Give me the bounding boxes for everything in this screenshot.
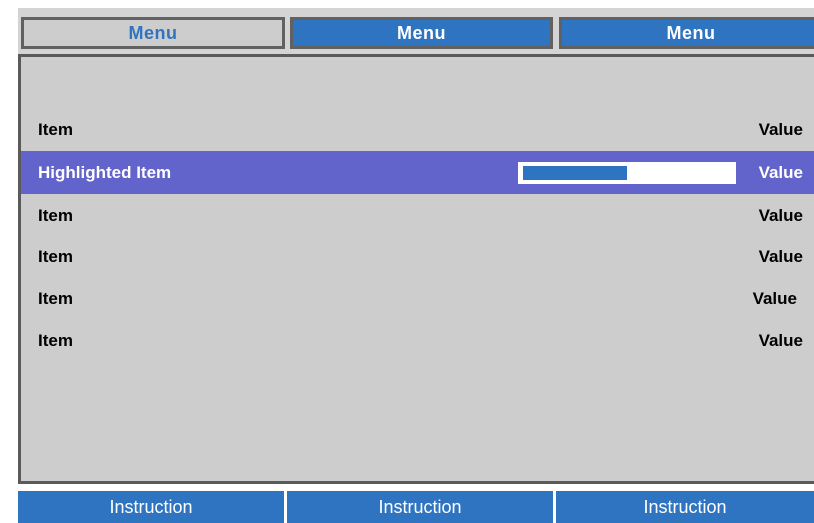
menu-item-highlighted[interactable]: Highlighted Item Value	[21, 151, 814, 194]
menu-item-value: Value	[758, 205, 803, 225]
menu-item[interactable]: Item Value	[21, 194, 814, 237]
menu-item[interactable]: Item Value	[21, 277, 814, 320]
instruction-text: Instruction	[378, 497, 462, 517]
menu-panel: Item Value Highlighted Item Value Item V…	[18, 54, 814, 484]
instruction-bar: Instruction Instruction Instruction	[18, 491, 814, 523]
menu-item-value: Value	[758, 330, 803, 350]
instruction-text: Instruction	[643, 497, 727, 517]
menu-item-value: Value	[758, 162, 803, 182]
slider-fill	[523, 165, 627, 180]
menu-item-label: Item	[38, 246, 73, 266]
menu-item[interactable]: Item Value	[21, 235, 814, 278]
menu-item[interactable]: Item Value	[21, 108, 814, 151]
tab-menu-2[interactable]: Menu	[290, 17, 553, 49]
menu-item-label: Item	[38, 288, 73, 308]
menu-item-value: Value	[758, 246, 803, 266]
tab-menu-3[interactable]: Menu	[559, 17, 814, 49]
menu-item-value: Value	[752, 288, 797, 308]
instruction-text: Instruction	[109, 497, 193, 517]
menu-item-label: Item	[38, 119, 73, 139]
menu-item-label: Item	[38, 205, 73, 225]
menu-item-label: Highlighted Item	[38, 162, 172, 182]
osd-screen: Menu Menu Menu Item Value Highlighted It…	[18, 8, 814, 523]
menu-item[interactable]: Item Value	[21, 319, 814, 362]
tab-menu-1[interactable]: Menu	[21, 17, 285, 49]
menu-item-label: Item	[38, 330, 73, 350]
tab-bar: Menu Menu Menu	[18, 8, 814, 54]
value-slider[interactable]	[518, 161, 736, 184]
menu-item-value: Value	[758, 119, 803, 139]
